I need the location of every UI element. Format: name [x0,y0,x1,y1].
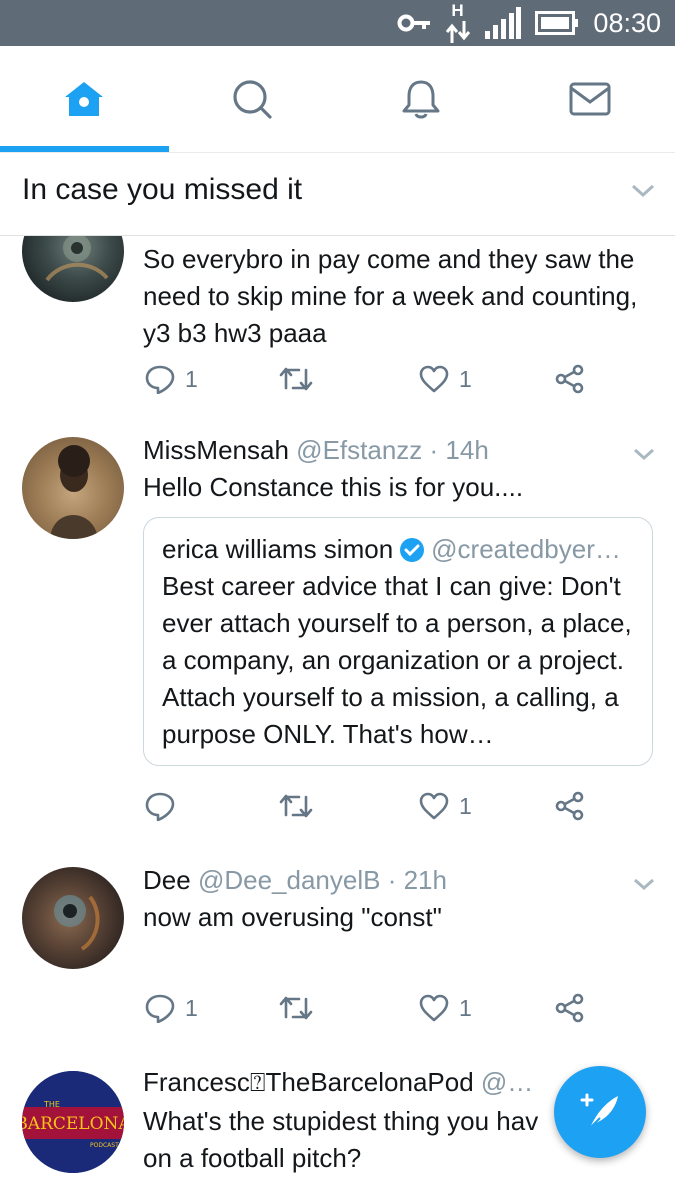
quoted-author-handle: @createdbyer… [431,534,621,564]
avatar[interactable]: BARCELONA THE PODCAST [22,1071,124,1173]
svg-text:PODCAST: PODCAST [90,1142,119,1149]
retweet-button[interactable] [279,359,313,399]
retweet-icon [279,996,313,1020]
retweet-icon [279,794,313,818]
meta-separator: · [429,435,439,465]
barcelona-podcast-logo: BARCELONA THE PODCAST [22,1071,124,1173]
share-icon [555,364,584,394]
author-handle[interactable]: @… [481,1067,533,1097]
battery-icon [535,11,579,35]
retweet-icon [279,367,313,391]
tweet-text: So everybro in pay come and they saw the… [143,244,638,348]
active-tab-indicator [0,146,169,152]
tweet-text: now am overusing "const" [143,902,442,932]
reply-button[interactable] [145,786,175,826]
quoted-tweet[interactable]: erica williams simon @createdbyer… Best … [143,517,653,766]
top-nav [0,46,675,153]
section-title: In case you missed it [22,173,303,206]
like-button[interactable]: 1 [419,988,472,1028]
tweet-meta: Francesc⍰TheBarcelonaPod @… [143,1067,533,1099]
tweet-meta: MissMensah @Efstanzz · 14h [143,435,489,466]
tweet-age: 21h [403,865,447,895]
bell-icon [402,80,440,119]
share-button[interactable] [555,359,585,399]
author-name[interactable]: Francesc⍰TheBarcelonaPod [143,1067,474,1097]
like-button[interactable]: 1 [419,786,472,826]
reply-button[interactable]: 1 [145,359,198,399]
svg-text:THE: THE [43,1100,60,1109]
quoted-tweet-text: Best career advice that I can give: Don'… [162,571,632,749]
timeline-feed[interactable]: So everybro in pay come and they saw the… [0,235,675,1200]
key-icon [397,14,431,32]
tweet-actions: 1 1 [143,988,643,1028]
reply-icon [145,365,175,394]
share-icon [555,791,584,821]
tweet[interactable]: So everybro in pay come and they saw the… [0,235,675,414]
signal-icon [485,7,522,39]
reply-count: 1 [185,994,198,1021]
tweet[interactable]: Dee @Dee_danyelB · 21h now am overusing … [0,843,675,1048]
tweet-text: Hello Constance this is for you.... [143,472,524,502]
tab-home[interactable] [0,46,168,152]
compose-tweet-button[interactable] [554,1066,646,1158]
share-button[interactable] [555,988,585,1028]
like-button[interactable]: 1 [419,359,472,399]
like-count: 1 [459,792,472,819]
search-icon [233,80,272,119]
envelope-icon [569,82,611,116]
tweet-age: 14h [445,435,489,465]
tweet-actions: 1 1 [143,359,643,399]
verified-badge-icon [400,537,425,562]
reply-icon [145,792,175,821]
meta-separator: · [387,865,397,895]
author-handle[interactable]: @Dee_danyelB [198,865,381,895]
section-header: In case you missed it [0,153,675,236]
status-bar: H 08:30 [0,0,675,46]
clock: 08:30 [593,7,661,38]
tweet-actions: 1 [143,786,643,826]
retweet-button[interactable] [279,988,313,1028]
tweet-meta: Dee @Dee_danyelB · 21h [143,865,447,896]
heart-icon [419,365,449,393]
heart-icon [419,994,449,1022]
svg-text:BARCELONA: BARCELONA [22,1114,124,1134]
heart-icon [419,792,449,820]
author-handle[interactable]: @Efstanzz [296,435,422,465]
retweet-button[interactable] [279,786,313,826]
compose-icon [580,1093,618,1129]
avatar[interactable] [22,437,124,539]
share-icon [555,993,584,1023]
like-count: 1 [459,994,472,1021]
tweet[interactable]: MissMensah @Efstanzz · 14h Hello Constan… [0,413,675,844]
author-name[interactable]: Dee [143,865,191,895]
chevron-down-icon[interactable] [632,447,656,461]
share-button[interactable] [555,786,585,826]
like-count: 1 [459,365,472,392]
reply-count: 1 [185,365,198,392]
tab-messages[interactable] [506,46,674,152]
chevron-down-icon[interactable] [632,877,656,891]
tab-search[interactable] [168,46,336,152]
quoted-author-name: erica williams simon [162,534,394,564]
quoted-tweet-header: erica williams simon @createdbyer… [162,534,621,565]
tab-notifications[interactable] [337,46,505,152]
avatar[interactable] [22,235,124,302]
author-name[interactable]: MissMensah [143,435,289,465]
reply-icon [145,994,175,1023]
network-type-icon: H [445,1,471,43]
home-icon [65,82,103,116]
avatar[interactable] [22,867,124,969]
chevron-down-icon[interactable] [630,183,656,199]
reply-button[interactable]: 1 [145,988,198,1028]
